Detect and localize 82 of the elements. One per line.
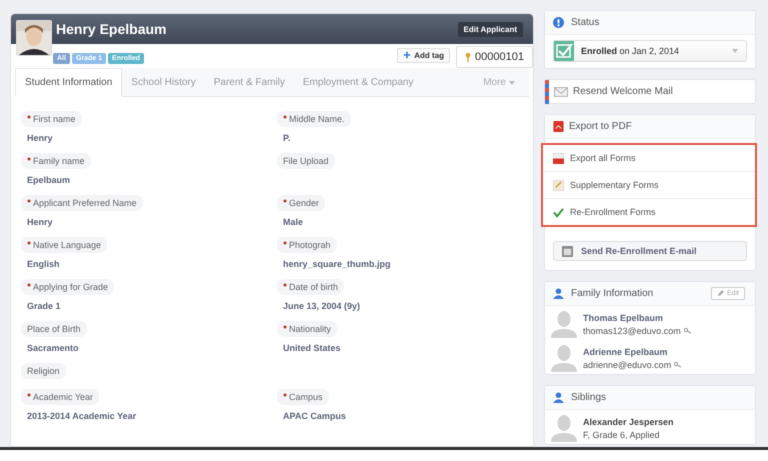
- resend-welcome-mail-button[interactable]: Resend Welcome Mail: [544, 79, 756, 104]
- panel-title: Status: [571, 17, 600, 28]
- field-value: Grade 1: [27, 301, 61, 311]
- sibling-detail: F, Grade 6, Applied: [583, 430, 661, 440]
- person-icon: [553, 288, 564, 299]
- applicant-name: Henry Epelbaum: [56, 21, 168, 37]
- required-icon: [283, 393, 287, 397]
- info-icon: [553, 17, 564, 28]
- tab[interactable]: Student Information: [15, 68, 122, 97]
- menu-item-label: Re-Enrollment Forms: [570, 207, 656, 217]
- check-icon: [553, 206, 564, 218]
- field-value: APAC Campus: [283, 411, 346, 421]
- field-value: Male: [283, 217, 304, 227]
- field-value: P.: [283, 133, 290, 143]
- checkbox-icon: [554, 41, 574, 61]
- clipboard-icon: [562, 246, 573, 256]
- field-label: Applicant Preferred Name: [21, 195, 143, 211]
- edit-applicant-button[interactable]: Edit Applicant: [458, 22, 523, 36]
- required-icon: [27, 157, 31, 161]
- panel-title: Family Information: [571, 288, 654, 299]
- required-icon: [27, 199, 31, 203]
- field-label: First name: [21, 111, 82, 127]
- field-label: Date of birth: [277, 279, 344, 295]
- menu-item-label: Export all Forms: [570, 153, 636, 163]
- envelope-icon: [554, 86, 568, 96]
- panel-title: Siblings: [571, 392, 606, 403]
- avatar-silhouette-icon: [551, 310, 577, 338]
- field-value: June 13, 2004 (9y): [283, 301, 360, 311]
- field-label: Family name: [21, 153, 91, 169]
- field-value: Henry: [27, 133, 53, 143]
- field-label: Middle Name.: [277, 111, 351, 127]
- field-label: Religion: [21, 363, 66, 379]
- required-icon: [27, 115, 31, 119]
- note-icon: [553, 180, 564, 190]
- field-value: Epelbaum: [27, 175, 70, 185]
- field-value: henry_square_thumb.jpg: [283, 259, 391, 269]
- field-label: Place of Birth: [21, 321, 87, 337]
- field-label: Gender: [277, 195, 326, 211]
- required-icon: [283, 325, 287, 329]
- required-icon: [283, 115, 287, 119]
- field-label: Applying for Grade: [21, 279, 114, 295]
- required-icon: [27, 393, 31, 397]
- member-email: thomas123@eduvo.com: [583, 326, 681, 336]
- avatar-silhouette-icon: [551, 344, 577, 372]
- required-icon: [283, 199, 287, 203]
- menu-item[interactable]: Re-Enrollment Forms: [543, 199, 755, 225]
- field-label: Academic Year: [21, 389, 100, 405]
- member-email: adrienne@eduvo.com: [583, 360, 672, 370]
- menu-item[interactable]: Supplementary Forms: [543, 172, 755, 199]
- required-icon: [283, 241, 287, 245]
- add-tag-button[interactable]: Add tag: [397, 48, 450, 62]
- field-value: Henry: [27, 217, 53, 227]
- field-value: United States: [283, 343, 341, 353]
- field-label: Nationality: [277, 321, 338, 337]
- field-value: 2013-2014 Academic Year: [27, 411, 136, 421]
- avatar-silhouette-icon: [551, 414, 577, 442]
- required-icon: [283, 283, 287, 287]
- status-dropdown[interactable]: Enrolled on Jan 2, 2014: [553, 40, 747, 62]
- field-label: Native Language: [21, 237, 108, 253]
- required-icon: [27, 283, 31, 287]
- field-value: Sacramento: [27, 343, 79, 353]
- caret-icon: [509, 80, 515, 84]
- required-icon: [27, 241, 31, 245]
- sibling-name[interactable]: Alexander Jespersen: [583, 416, 674, 426]
- export-to-pdf-button[interactable]: Export to PDF: [545, 115, 755, 139]
- applicant-id: 00000101: [475, 51, 524, 63]
- menu-item-label: Supplementary Forms: [570, 180, 659, 190]
- member-name[interactable]: Adrienne Epelbaum: [583, 346, 682, 356]
- field-label: File Upload: [277, 153, 335, 169]
- field-value: English: [27, 259, 60, 269]
- field-label: Campus: [277, 389, 329, 405]
- menu-item[interactable]: Export all Forms: [543, 145, 755, 172]
- person-icon: [553, 392, 564, 403]
- pdf-icon: [553, 121, 564, 132]
- pencil-icon: [716, 290, 724, 297]
- plus-icon: [403, 51, 412, 59]
- stripe-icon: [545, 80, 549, 104]
- field-label: Photograh: [277, 237, 337, 253]
- caret-icon: [732, 49, 738, 53]
- member-name[interactable]: Thomas Epelbaum: [583, 312, 692, 322]
- send-re-enrollment-button[interactable]: Send Re-Enrollment E-mail: [553, 241, 747, 261]
- pdf-icon: [553, 152, 564, 164]
